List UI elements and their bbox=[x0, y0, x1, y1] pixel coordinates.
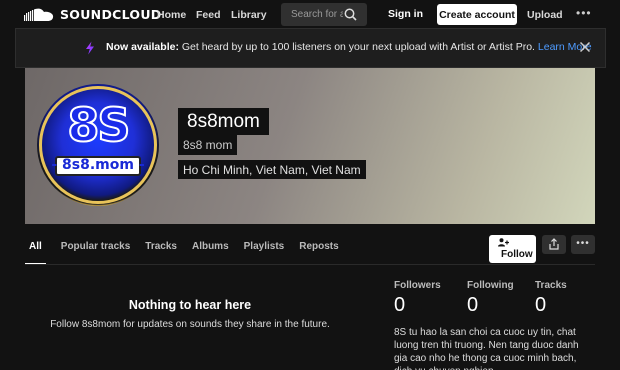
promo-headline: Now available: bbox=[106, 41, 179, 53]
share-icon bbox=[549, 238, 559, 250]
empty-state-title: Nothing to hear here bbox=[128, 298, 252, 312]
following-label: Following bbox=[467, 280, 514, 291]
tab-tracks[interactable]: Tracks bbox=[145, 241, 177, 265]
tracks-stat[interactable]: Tracks 0 bbox=[535, 280, 567, 317]
soundcloud-cloud-icon bbox=[24, 8, 54, 21]
followers-stat[interactable]: Followers 0 bbox=[394, 280, 441, 317]
sign-in-button[interactable]: Sign in bbox=[388, 8, 423, 20]
profile-username: 8s8 mom bbox=[178, 135, 238, 155]
profile-display-name: 8s8mom bbox=[178, 108, 269, 135]
follow-label: Follow bbox=[501, 249, 533, 260]
promo-banner: Now available: Get heard by up to 100 li… bbox=[15, 28, 606, 68]
avatar: 8S - 8s8.mom - bbox=[37, 84, 159, 206]
empty-state-subtitle: Follow 8s8mom for updates on sounds they… bbox=[50, 319, 330, 330]
followers-count: 0 bbox=[394, 294, 406, 316]
profile-location: Ho Chi Minh, Viet Nam, Viet Nam bbox=[178, 160, 366, 179]
promo-text: Now available: Get heard by up to 100 li… bbox=[106, 41, 592, 53]
search-placeholder: Search for a bbox=[291, 9, 343, 20]
nav-upload-link[interactable]: Upload bbox=[527, 9, 563, 21]
profile-header: 8S - 8s8.mom - 8s8mom 8s8 mom Ho Chi Min… bbox=[25, 68, 595, 224]
tracks-count: 0 bbox=[535, 294, 547, 316]
tab-reposts[interactable]: Reposts bbox=[299, 241, 338, 265]
profile-tabs: All Popular tracks Tracks Albums Playlis… bbox=[25, 241, 354, 265]
top-nav: SOUNDCLOUD Home Feed Library Search for … bbox=[0, 0, 620, 30]
tab-divider bbox=[25, 264, 595, 265]
search-icon[interactable] bbox=[344, 8, 357, 21]
tab-popular-tracks[interactable]: Popular tracks bbox=[61, 241, 130, 265]
tab-playlists[interactable]: Playlists bbox=[244, 241, 285, 265]
share-button[interactable] bbox=[542, 235, 566, 254]
avatar-logo-text: 8S bbox=[66, 97, 131, 153]
following-stat[interactable]: Following 0 bbox=[467, 280, 514, 317]
profile-bio: 8S tu hao la san choi ca cuoc uy tin, ch… bbox=[394, 327, 579, 370]
promo-body: Get heard by up to 100 listeners on your… bbox=[178, 41, 538, 53]
follow-button[interactable]: Follow bbox=[489, 235, 536, 263]
soundcloud-logo[interactable]: SOUNDCLOUD bbox=[24, 7, 161, 22]
tracks-label: Tracks bbox=[535, 280, 567, 291]
avatar-site-text: - 8s8.mom - bbox=[51, 157, 145, 173]
more-options-icon[interactable]: ••• bbox=[576, 6, 592, 20]
following-count: 0 bbox=[467, 294, 479, 316]
artist-pro-icon bbox=[86, 41, 94, 55]
nav-library-link[interactable]: Library bbox=[231, 9, 267, 21]
tab-albums[interactable]: Albums bbox=[192, 241, 229, 265]
tab-all[interactable]: All bbox=[25, 241, 46, 265]
close-icon[interactable] bbox=[579, 41, 591, 53]
search-input[interactable]: Search for a bbox=[281, 3, 367, 26]
followers-label: Followers bbox=[394, 280, 441, 291]
add-user-icon bbox=[498, 238, 509, 247]
logo-text: SOUNDCLOUD bbox=[60, 7, 162, 22]
create-account-button[interactable]: Create account bbox=[437, 4, 517, 25]
nav-feed-link[interactable]: Feed bbox=[196, 9, 221, 21]
more-actions-button[interactable]: ••• bbox=[571, 235, 595, 254]
nav-home-link[interactable]: Home bbox=[157, 9, 186, 21]
